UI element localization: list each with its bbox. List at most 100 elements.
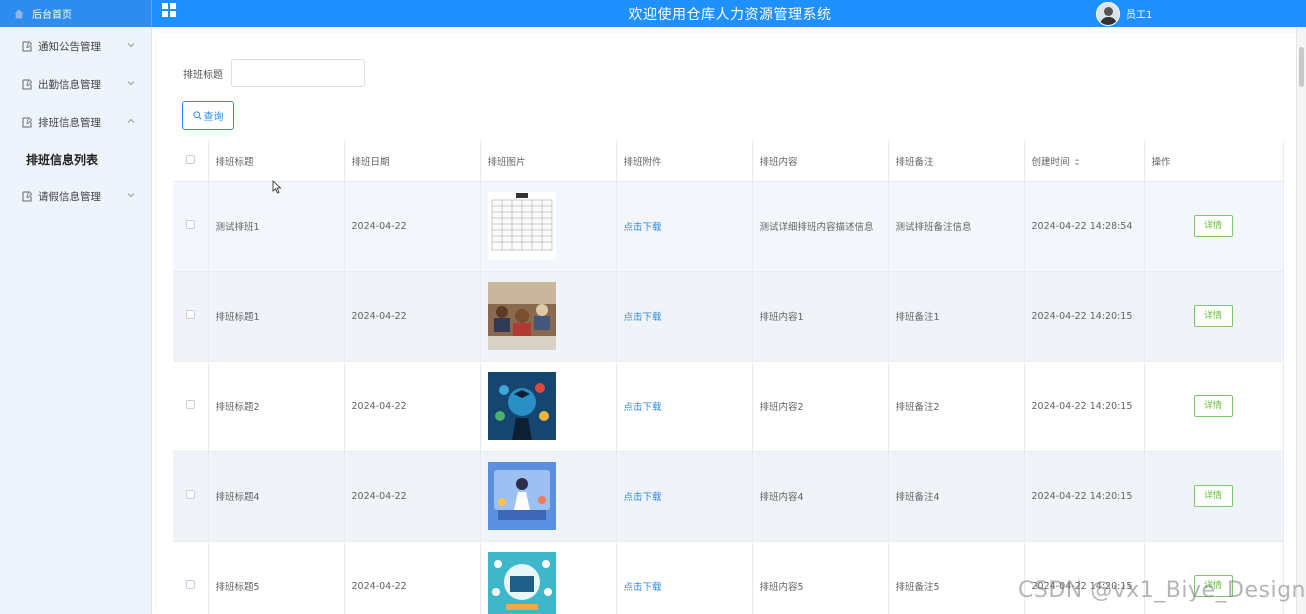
- row-checkbox[interactable]: [185, 310, 195, 319]
- column-header-title: 排班标题: [208, 141, 345, 182]
- chevron-up-icon: [127, 118, 135, 123]
- cell-date: 2024-04-22: [344, 361, 481, 452]
- cell-created: 2024-04-22 14:28:54: [1024, 181, 1145, 272]
- sidebar: 通知公告管理 出勤信息管理 排班信息管理 排班信息列表 请假信息管理: [0, 27, 152, 614]
- online-education-thumbnail[interactable]: [487, 552, 556, 614]
- cell-attachment: 点击下载: [616, 181, 753, 272]
- query-button[interactable]: 查询: [182, 101, 234, 130]
- cell-content: 排班内容4: [752, 451, 889, 542]
- column-header-created[interactable]: 创建时间: [1024, 141, 1145, 182]
- search-input[interactable]: [231, 59, 365, 87]
- chevron-down-icon: [127, 193, 135, 198]
- cell-content: 测试详细排班内容描述信息: [752, 181, 889, 272]
- schedule-table: 排班标题 排班日期 排班图片 排班附件 排班内容 排班备注 创建时间 操作 测试…: [173, 141, 1284, 614]
- classroom-photo-thumbnail[interactable]: [487, 282, 556, 350]
- cell-attachment: 点击下载: [616, 271, 753, 362]
- chevron-down-icon: [127, 81, 135, 86]
- schedule-sheet-thumbnail[interactable]: [487, 192, 556, 260]
- graduate-icons-thumbnail[interactable]: [487, 372, 556, 440]
- cell-attachment: 点击下载: [616, 361, 753, 452]
- avatar[interactable]: [1096, 1, 1120, 26]
- select-all-cell: [173, 141, 209, 182]
- column-header-remark: 排班备注: [888, 141, 1025, 182]
- cell-title: 排班标题1: [208, 271, 345, 362]
- sidebar-item-label: 排班信息管理: [38, 116, 101, 129]
- search-icon: [192, 111, 202, 120]
- download-link[interactable]: 点击下载: [624, 402, 662, 413]
- detail-button[interactable]: 详情: [1193, 305, 1233, 327]
- page-scrollbar[interactable]: [1296, 27, 1306, 614]
- sidebar-item-label: 出勤信息管理: [38, 78, 101, 91]
- document-icon: [22, 190, 32, 201]
- cell-content: 排班内容2: [752, 361, 889, 452]
- column-header-created-label: 创建时间: [1031, 156, 1070, 168]
- cell-remark: 排班备注1: [888, 271, 1025, 362]
- row-select-cell: [173, 451, 209, 542]
- user-menu[interactable]: 员工1: [1096, 0, 1152, 27]
- cell-actions: 详情: [1144, 181, 1284, 272]
- cell-content: 排班内容5: [752, 541, 889, 614]
- table-row[interactable]: 排班标题4 2024-04-22 点击下载 排班内容4 排班备注4 2024-0…: [173, 451, 1284, 542]
- detail-button[interactable]: 详情: [1193, 485, 1233, 507]
- sidebar-item-notice[interactable]: 通知公告管理: [0, 27, 151, 65]
- cell-title: 排班标题5: [208, 541, 345, 614]
- search-form: 排班标题: [183, 59, 365, 87]
- document-icon: [22, 78, 32, 89]
- row-checkbox[interactable]: [185, 220, 195, 229]
- download-link[interactable]: 点击下载: [624, 312, 662, 323]
- cell-image: [480, 271, 617, 362]
- cell-date: 2024-04-22: [344, 451, 481, 542]
- select-all-checkbox[interactable]: [185, 154, 195, 164]
- column-header-attachment: 排班附件: [616, 141, 753, 182]
- query-button-label: 查询: [203, 112, 224, 123]
- cell-remark: 排班备注5: [888, 541, 1025, 614]
- chevron-down-icon: [127, 43, 135, 48]
- sidebar-subitem-schedule-list[interactable]: 排班信息列表: [0, 141, 151, 177]
- sort-icon[interactable]: [1074, 158, 1080, 166]
- detail-button[interactable]: 详情: [1193, 395, 1233, 417]
- sidebar-item-schedule[interactable]: 排班信息管理: [0, 103, 151, 141]
- column-header-image: 排班图片: [480, 141, 617, 182]
- row-checkbox[interactable]: [185, 490, 195, 499]
- mouse-cursor-icon: [272, 180, 282, 194]
- row-select-cell: [173, 181, 209, 272]
- download-link[interactable]: 点击下载: [624, 582, 662, 593]
- cell-remark: 排班备注2: [888, 361, 1025, 452]
- cell-actions: 详情: [1144, 271, 1284, 362]
- main-content: 排班标题 查询 排班标题 排班日期 排班图片 排班附件 排班内容 排班备注 创建…: [157, 33, 1297, 614]
- teacher-illustration-thumbnail[interactable]: [487, 462, 556, 530]
- scrollbar-thumb[interactable]: [1299, 47, 1304, 87]
- cell-created: 2024-04-22 14:20:15: [1024, 451, 1145, 542]
- search-label: 排班标题: [183, 69, 223, 81]
- cell-title: 测试排班1: [208, 181, 345, 272]
- sidebar-item-leave[interactable]: 请假信息管理: [0, 177, 151, 215]
- sidebar-item-label: 请假信息管理: [38, 190, 101, 203]
- download-link[interactable]: 点击下载: [624, 492, 662, 503]
- table-row[interactable]: 测试排班1 2024-04-22 点击下载 测试详细排班内容描述信息 测试排班备…: [173, 181, 1284, 272]
- cell-image: [480, 361, 617, 452]
- watermark: CSDN @vx1_Biye_Design: [1018, 578, 1306, 603]
- cell-remark: 测试排班备注信息: [888, 181, 1025, 272]
- row-select-cell: [173, 361, 209, 452]
- download-link[interactable]: 点击下载: [624, 222, 662, 233]
- document-icon: [22, 116, 32, 127]
- table-row[interactable]: 排班标题2 2024-04-22 点击下载 排班内容2 排班备注2 2024-0…: [173, 361, 1284, 452]
- table-row[interactable]: 排班标题1 2024-04-22 点击下载 排班内容1 排班备注1 2024-0…: [173, 271, 1284, 362]
- document-icon: [22, 40, 32, 51]
- cell-date: 2024-04-22: [344, 181, 481, 272]
- cell-title: 排班标题4: [208, 451, 345, 542]
- column-header-date: 排班日期: [344, 141, 481, 182]
- row-checkbox[interactable]: [185, 580, 195, 589]
- detail-button[interactable]: 详情: [1193, 215, 1233, 237]
- row-select-cell: [173, 541, 209, 614]
- cell-image: [480, 181, 617, 272]
- row-checkbox[interactable]: [185, 400, 195, 409]
- cell-image: [480, 451, 617, 542]
- row-select-cell: [173, 271, 209, 362]
- cell-created: 2024-04-22 14:20:15: [1024, 361, 1145, 452]
- column-header-actions: 操作: [1143, 141, 1284, 182]
- cell-actions: 详情: [1144, 451, 1284, 542]
- sidebar-item-attendance[interactable]: 出勤信息管理: [0, 65, 151, 103]
- cell-date: 2024-04-22: [344, 271, 481, 362]
- cell-actions: 详情: [1144, 361, 1284, 452]
